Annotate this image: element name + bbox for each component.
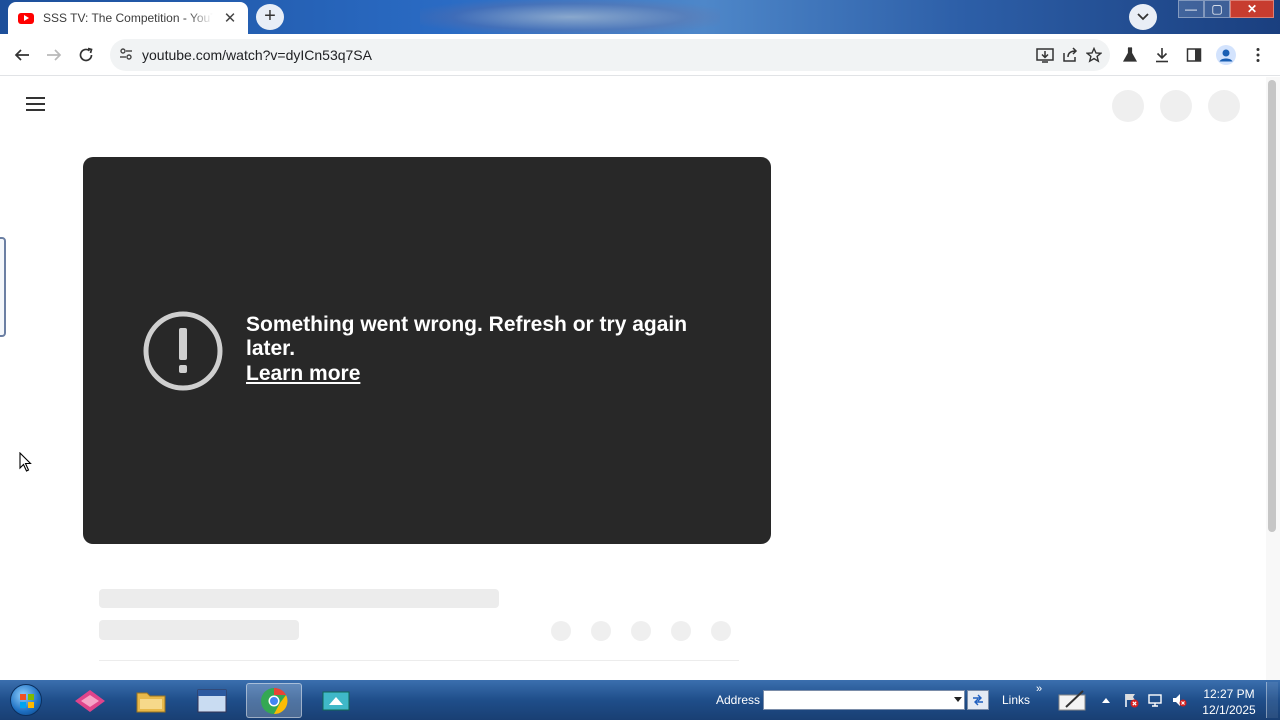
network-icon[interactable] bbox=[1147, 692, 1163, 708]
youtube-icon bbox=[18, 12, 34, 24]
share-icon bbox=[1063, 47, 1078, 62]
skeleton-title bbox=[99, 589, 499, 608]
browser-tab[interactable]: SSS TV: The Competition - YouTube ✕ bbox=[8, 2, 248, 34]
more-vertical-icon bbox=[1256, 48, 1260, 62]
skeleton-circle bbox=[1112, 90, 1144, 122]
taskbar-go-button[interactable] bbox=[967, 690, 989, 710]
taskbar-links-label[interactable]: Links bbox=[1002, 693, 1030, 707]
star-icon bbox=[1086, 47, 1102, 63]
start-button[interactable] bbox=[4, 682, 48, 718]
dropdown-arrow-icon[interactable] bbox=[954, 697, 962, 702]
remote-app-icon bbox=[322, 691, 350, 710]
share-button[interactable] bbox=[1057, 42, 1083, 68]
system-clock[interactable]: 12:27 PM 12/1/2025 bbox=[1200, 686, 1258, 718]
download-icon bbox=[1156, 48, 1168, 63]
skeleton-dot bbox=[711, 621, 731, 641]
tray-expand-icon[interactable] bbox=[1098, 692, 1114, 708]
address-bar[interactable]: youtube.com/watch?v=dyICn53q7SA bbox=[110, 39, 1110, 71]
hamburger-menu-icon[interactable] bbox=[26, 97, 45, 111]
clock-time: 12:27 PM bbox=[1203, 687, 1255, 701]
skeleton-dot bbox=[671, 621, 691, 641]
skeleton-circle bbox=[1208, 90, 1240, 122]
go-arrow-icon bbox=[973, 694, 983, 706]
reload-icon bbox=[79, 47, 93, 62]
arrow-left-icon bbox=[14, 49, 29, 61]
folder-icon bbox=[136, 692, 166, 712]
skeleton-dot bbox=[591, 621, 611, 641]
minimize-button[interactable]: — bbox=[1178, 0, 1204, 18]
chevron-down-icon bbox=[1137, 13, 1149, 21]
taskbar-app-remote[interactable] bbox=[308, 683, 364, 718]
back-button[interactable] bbox=[9, 42, 35, 68]
profile-button[interactable] bbox=[1213, 42, 1239, 68]
skeleton-circle bbox=[1160, 90, 1192, 122]
divider bbox=[99, 660, 739, 661]
taskbar-app-chrome[interactable] bbox=[246, 683, 302, 718]
url-text: youtube.com/watch?v=dyICn53q7SA bbox=[142, 47, 372, 63]
pen-input-icon[interactable] bbox=[1058, 689, 1088, 711]
windows-logo-icon bbox=[10, 684, 42, 716]
taskbar-app-media[interactable] bbox=[62, 683, 118, 718]
collapsed-side-panel[interactable] bbox=[0, 237, 6, 337]
scrollbar-thumb[interactable] bbox=[1268, 80, 1276, 532]
mouse-cursor-icon bbox=[19, 452, 32, 472]
flask-icon bbox=[1122, 47, 1138, 62]
tab-title: SSS TV: The Competition - YouTube bbox=[43, 11, 213, 25]
video-player[interactable]: Something went wrong. Refresh or try aga… bbox=[83, 157, 771, 544]
labs-button[interactable] bbox=[1117, 42, 1143, 68]
volume-muted-icon[interactable] bbox=[1171, 692, 1187, 708]
reload-button[interactable] bbox=[73, 42, 99, 68]
side-panel-button[interactable] bbox=[1181, 42, 1207, 68]
tab-close-icon[interactable]: ✕ bbox=[222, 9, 238, 27]
forward-button[interactable] bbox=[41, 42, 67, 68]
maximize-button[interactable]: ▢ bbox=[1204, 0, 1230, 18]
tab-search-button[interactable] bbox=[1129, 4, 1157, 30]
taskbar-app-window[interactable] bbox=[184, 683, 240, 718]
error-icon bbox=[143, 311, 223, 391]
chrome-icon bbox=[261, 687, 288, 714]
show-desktop-button[interactable] bbox=[1266, 682, 1278, 718]
downloads-button[interactable] bbox=[1149, 42, 1175, 68]
menu-button[interactable] bbox=[1245, 42, 1271, 68]
install-app-button[interactable] bbox=[1032, 42, 1058, 68]
browser-toolbar: youtube.com/watch?v=dyICn53q7SA bbox=[0, 34, 1280, 76]
avatar-icon bbox=[1216, 45, 1236, 65]
skeleton-subtitle bbox=[99, 620, 299, 640]
clock-date: 12/1/2025 bbox=[1202, 703, 1256, 717]
action-center-icon[interactable] bbox=[1123, 692, 1139, 708]
learn-more-link[interactable]: Learn more bbox=[246, 362, 360, 386]
media-app-icon bbox=[75, 689, 105, 712]
new-tab-button[interactable]: + bbox=[256, 4, 284, 30]
taskbar-address-label: Address bbox=[716, 693, 761, 707]
close-window-button[interactable]: ✕ bbox=[1230, 0, 1274, 18]
install-icon bbox=[1036, 48, 1054, 63]
taskbar-address-input[interactable] bbox=[763, 690, 965, 710]
bookmark-button[interactable] bbox=[1081, 42, 1107, 68]
arrow-right-icon bbox=[47, 49, 62, 61]
skeleton-dot bbox=[551, 621, 571, 641]
error-message: Something went wrong. Refresh or try aga… bbox=[246, 313, 688, 360]
taskbar-app-explorer[interactable] bbox=[123, 683, 179, 718]
window-app-icon bbox=[197, 689, 227, 712]
links-chevron-icon[interactable]: » bbox=[1036, 683, 1042, 695]
skeleton-dot bbox=[631, 621, 651, 641]
side-panel-icon bbox=[1186, 48, 1202, 62]
window-controls: — ▢ ✕ bbox=[1178, 0, 1274, 18]
site-info-icon[interactable] bbox=[119, 47, 133, 61]
